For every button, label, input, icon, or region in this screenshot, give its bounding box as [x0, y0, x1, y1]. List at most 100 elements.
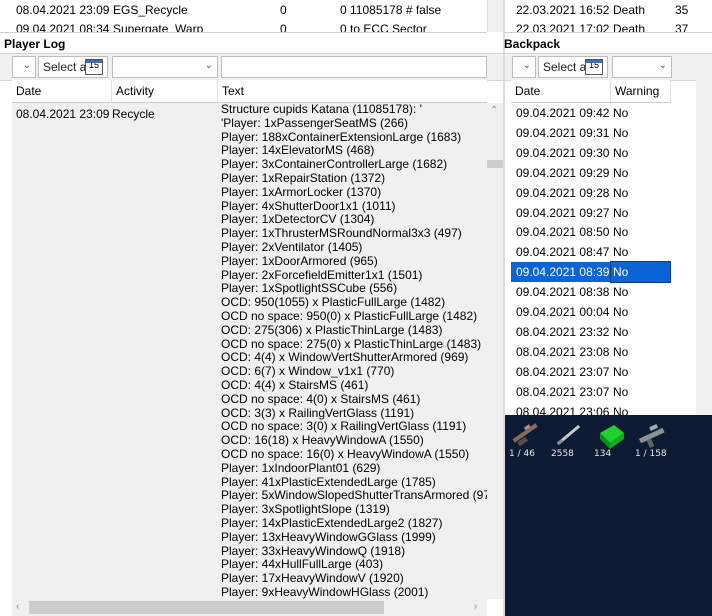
- log-line: Player: 1xDetectorCV (1304): [221, 212, 375, 227]
- log-line: OCD no space: 16(0) x HeavyWindowA (1550…: [221, 446, 470, 461]
- backpack-filter-combo[interactable]: ⌄: [512, 56, 536, 78]
- log-line: Player: 44xHullFullLarge (403): [221, 557, 384, 572]
- log-entry-text[interactable]: Structure cupids Katana (11085178): ' 'Pl…: [221, 103, 487, 599]
- column-header-date[interactable]: Date: [12, 80, 112, 102]
- calendar-icon[interactable]: 15: [85, 59, 103, 75]
- cell-warning: No: [613, 344, 629, 359]
- scroll-right-icon[interactable]: ›: [474, 601, 477, 612]
- cell-date: 09.04.2021 09:31: [516, 125, 610, 140]
- table-row[interactable]: 09.04.2021 08:34 Supergate_Warp 0 0 to E…: [0, 20, 487, 33]
- log-line: OCD: 4(4) x StairsMS (461): [221, 377, 369, 392]
- table-row[interactable]: 09.04.2021 09:30 No: [511, 143, 671, 163]
- table-row[interactable]: 09.04.2021 09:29 No: [511, 163, 671, 183]
- table-row[interactable]: 08.04.2021 23:07 No: [511, 362, 671, 382]
- cell-text: 0 to ECC Sector: [340, 22, 427, 33]
- type-filter-combo[interactable]: ⌄: [112, 56, 218, 78]
- calendar-icon[interactable]: 15: [585, 59, 603, 75]
- backpack-rows: 09.04.2021 09:42 No 09.04.2021 09:31 No 09.0…: [511, 103, 671, 415]
- column-header-warning[interactable]: Warning: [611, 80, 671, 102]
- scroll-left-icon[interactable]: ‹: [16, 601, 19, 612]
- cell-date: 09.04.2021 08:47: [516, 245, 610, 260]
- log-line: OCD: 16(18) x HeavyWindowA (1550): [221, 433, 424, 448]
- table-row[interactable]: 09.04.2021 08:47 No: [511, 242, 671, 262]
- inventory-slot[interactable]: 134: [592, 415, 634, 461]
- table-row[interactable]: 09.04.2021 09:28 No: [511, 183, 671, 203]
- table-row[interactable]: 09.04.2021 08:38 No: [511, 282, 671, 302]
- inventory-slot[interactable]: 2558: [549, 415, 591, 461]
- log-line: 'Player: 1xPassengerSeatMS (266): [221, 115, 409, 130]
- backpack-vscroll[interactable]: [696, 80, 712, 415]
- player-log-hscroll[interactable]: ‹ ›: [12, 599, 487, 616]
- log-line: Player: 2xVentilator (1405): [221, 239, 363, 254]
- log-line: Player: 41xPlasticExtendedLarge (1785): [221, 474, 436, 489]
- log-line: Player: 1xRepairStation (1372): [221, 170, 386, 185]
- table-row[interactable]: 08.04.2021 23:09 EGS_Recycle 0 0 1108517…: [0, 1, 487, 19]
- table-row[interactable]: 09.04.2021 09:27 No: [511, 203, 671, 223]
- cell-activity: Supergate_Warp: [113, 22, 204, 33]
- log-line: OCD no space: 950(0) x PlasticFullLarge …: [221, 308, 478, 323]
- log-line: Player: 13xHeavyWindowGGlass (1999): [221, 529, 436, 544]
- item-count: 1 / 46: [509, 449, 535, 459]
- player-log-vscroll[interactable]: ⌃: [487, 103, 503, 599]
- table-row[interactable]: 22.03.2021 17:02 Death 37: [505, 20, 712, 32]
- cell-date: 09.04.2021 00:04: [516, 305, 610, 319]
- cell-warning: No: [613, 125, 629, 140]
- table-row[interactable]: 09.04.2021 08:50 No: [511, 222, 671, 242]
- table-row[interactable]: 09.04.2021 00:04 No: [511, 302, 671, 322]
- table-row[interactable]: 08.04.2021 23:32 No: [511, 322, 671, 342]
- cell-date: 09.04.2021 09:29: [516, 165, 610, 180]
- cell-type: Death: [613, 3, 646, 17]
- table-row[interactable]: 08.04.2021 23:07 No: [511, 382, 671, 402]
- cell-warning: No: [610, 261, 671, 284]
- log-line: Player: 188xContainerExtensionLarge (168…: [221, 129, 462, 144]
- top-left-scrollbar[interactable]: [487, 0, 504, 32]
- activity-filter-combo[interactable]: ⌄: [12, 56, 36, 78]
- chevron-down-icon: ⌄: [522, 60, 531, 71]
- table-row[interactable]: 08.04.2021 23:06 No: [511, 402, 671, 416]
- cell-warning: No: [613, 245, 629, 260]
- log-line: OCD: 950(1055) x PlasticFullLarge (1482): [221, 295, 446, 310]
- scroll-thumb[interactable]: [487, 160, 503, 168]
- cell-date: 08.04.2021 23:07: [516, 384, 610, 399]
- column-header-text[interactable]: Text: [218, 80, 487, 102]
- log-line: Player: 1xIndoorPlant01 (629): [221, 460, 381, 475]
- log-line: Player: 4xShutterDoor1x1 (1011): [221, 198, 396, 213]
- log-entry-date[interactable]: 08.04.2021 23:09: [16, 107, 109, 121]
- column-header-date[interactable]: Date: [511, 80, 611, 102]
- cell-warning: No: [613, 106, 629, 120]
- scroll-thumb[interactable]: [29, 601, 384, 614]
- table-row[interactable]: 22.03.2021 16:52 Death 35: [505, 1, 712, 19]
- cell-warning: No: [613, 185, 629, 200]
- cell-warning: No: [613, 404, 629, 416]
- log-line: Player: 9xHeavyWindowHGlass (2001): [221, 584, 429, 599]
- table-row[interactable]: 08.04.2021 23:08 No: [511, 342, 671, 362]
- log-line: OCD no space: 275(0) x PlasticThinLarge …: [221, 336, 482, 351]
- table-row[interactable]: 09.04.2021 08:39 No: [511, 261, 671, 284]
- log-line: OCD: 275(306) x PlasticThinLarge (1483): [221, 322, 443, 337]
- cell-date: 09.04.2021 08:38: [516, 285, 610, 300]
- log-line: Player: 3xSpotlightSlope (1319): [221, 502, 390, 517]
- cell-warning: No: [613, 364, 629, 379]
- chevron-down-icon: ⌄: [658, 60, 667, 71]
- cell-text: 0 11085178 # false: [340, 3, 442, 17]
- table-row[interactable]: 09.04.2021 09:42 No: [511, 103, 671, 123]
- cell-date: 08.04.2021 23:06: [516, 404, 610, 416]
- scroll-up-icon[interactable]: ⌃: [490, 105, 498, 116]
- item-count: 2558: [551, 449, 574, 459]
- text-filter-input[interactable]: [221, 56, 487, 78]
- inventory-slot[interactable]: 1 / 46: [507, 415, 549, 461]
- column-header-activity[interactable]: Activity: [112, 80, 218, 102]
- log-line: Player: 17xHeavyWindowV (1920): [221, 571, 404, 586]
- cell-number: 0: [280, 3, 287, 17]
- inventory-slot[interactable]: 1 / 158: [633, 415, 675, 461]
- log-line: Structure cupids Katana (11085178): ': [221, 103, 422, 116]
- cell-date: 08.04.2021 23:09: [16, 3, 110, 17]
- cell-warning: No: [613, 305, 629, 319]
- log-line: Player: 14xElevatorMS (468): [221, 143, 375, 158]
- table-row[interactable]: 09.04.2021 09:31 No: [511, 123, 671, 143]
- warning-filter-combo[interactable]: ⌄: [612, 56, 672, 78]
- cell-date: 22.03.2021 16:52: [516, 3, 610, 17]
- cell-date: 09.04.2021 08:50: [516, 225, 610, 240]
- cell-date: 09.04.2021 08:39: [511, 262, 611, 283]
- log-entry-activity[interactable]: Recycle: [112, 107, 155, 121]
